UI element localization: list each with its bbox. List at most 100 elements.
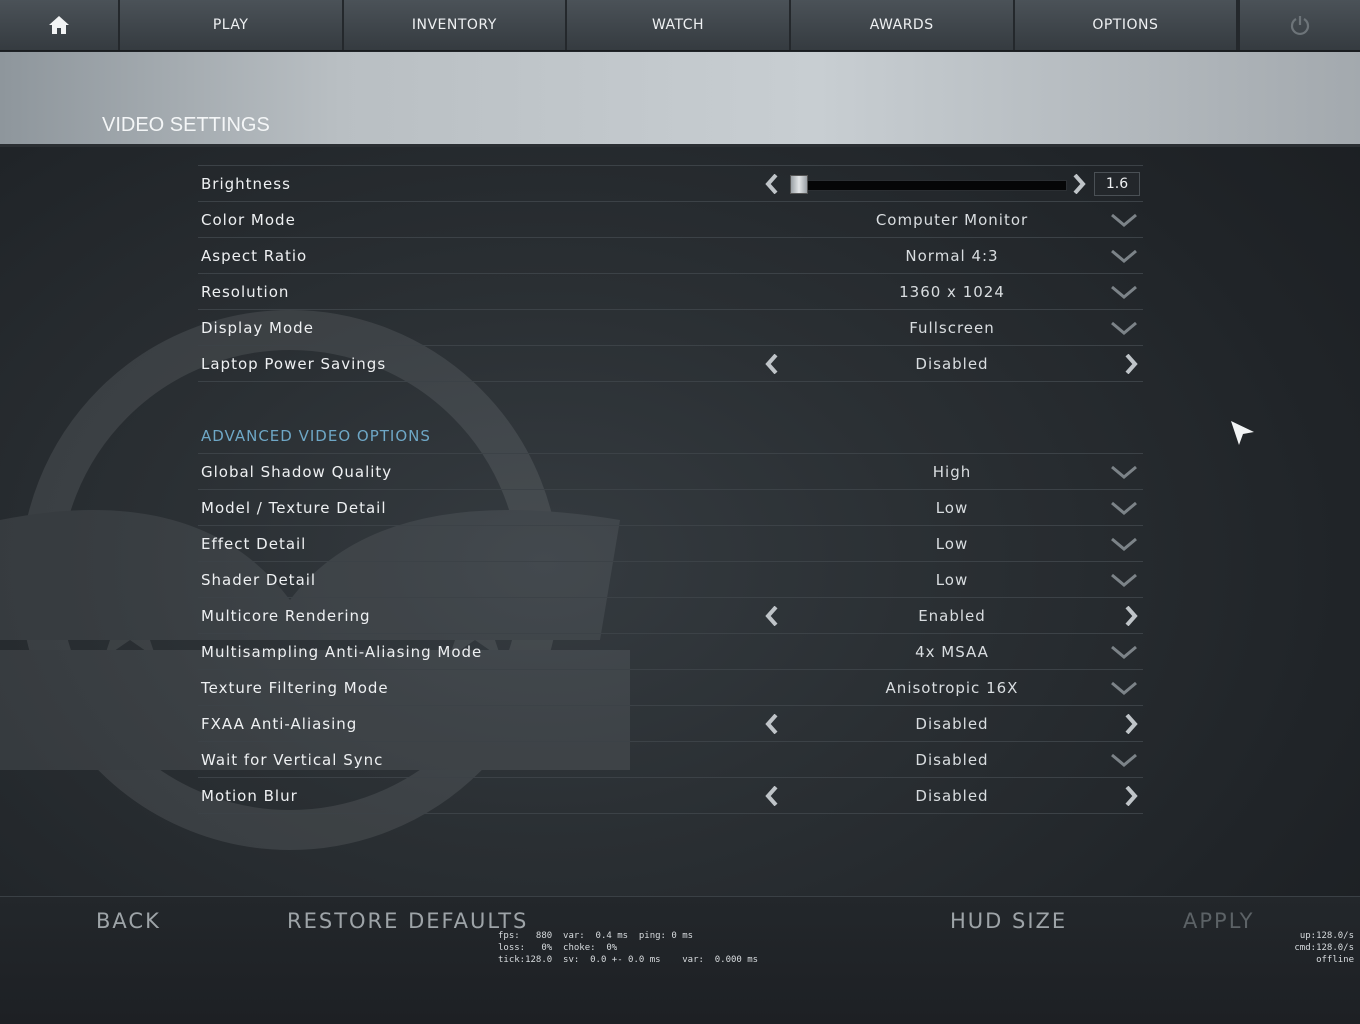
setting-row-resolution[interactable]: Resolution 1360 x 1024 bbox=[198, 273, 1143, 309]
chevron-down-icon[interactable] bbox=[1110, 644, 1138, 660]
net-graph-right: up:128.0/s cmd:128.0/s offline bbox=[1294, 930, 1354, 966]
setting-value[interactable]: Disabled bbox=[848, 787, 1056, 805]
arrow-left-icon[interactable] bbox=[764, 786, 780, 806]
nav-watch[interactable]: WATCH bbox=[567, 0, 791, 50]
arrow-right-icon[interactable] bbox=[1123, 606, 1139, 626]
section-spacer bbox=[198, 381, 1143, 418]
chevron-down-icon[interactable] bbox=[1110, 212, 1138, 228]
nav-awards[interactable]: AWARDS bbox=[791, 0, 1015, 50]
setting-row-aspect-ratio[interactable]: Aspect Ratio Normal 4:3 bbox=[198, 237, 1143, 273]
arrow-right-icon[interactable] bbox=[1123, 354, 1139, 374]
setting-value[interactable]: 1360 x 1024 bbox=[848, 283, 1056, 301]
setting-label: Color Mode bbox=[201, 210, 296, 229]
setting-label: Display Mode bbox=[201, 318, 314, 337]
setting-value[interactable]: Fullscreen bbox=[848, 319, 1056, 337]
chevron-down-icon[interactable] bbox=[1110, 464, 1138, 480]
back-button[interactable]: BACK bbox=[96, 909, 161, 933]
apply-button[interactable]: APPLY bbox=[1183, 909, 1254, 933]
setting-value[interactable]: Enabled bbox=[848, 607, 1056, 625]
setting-label: Multicore Rendering bbox=[201, 606, 371, 625]
net-graph-line: cmd:128.0/s bbox=[1294, 943, 1354, 953]
setting-label: Laptop Power Savings bbox=[201, 354, 387, 373]
setting-row-multicore-rendering[interactable]: Multicore Rendering Enabled bbox=[198, 597, 1143, 633]
chevron-down-icon[interactable] bbox=[1110, 680, 1138, 696]
setting-value[interactable]: Low bbox=[848, 535, 1056, 553]
arrow-left-icon[interactable] bbox=[764, 354, 780, 374]
home-button[interactable] bbox=[0, 0, 120, 50]
setting-row-global-shadow-quality[interactable]: Global Shadow Quality High bbox=[198, 453, 1143, 489]
chevron-down-icon[interactable] bbox=[1110, 536, 1138, 552]
setting-label: Shader Detail bbox=[201, 570, 317, 589]
setting-value[interactable]: 4x MSAA bbox=[848, 643, 1056, 661]
chevron-down-icon[interactable] bbox=[1110, 320, 1138, 336]
arrow-left-icon[interactable] bbox=[764, 174, 780, 194]
setting-label: Model / Texture Detail bbox=[201, 498, 387, 517]
chevron-down-icon[interactable] bbox=[1110, 572, 1138, 588]
nav-play[interactable]: PLAY bbox=[120, 0, 344, 50]
chevron-down-icon[interactable] bbox=[1110, 500, 1138, 516]
power-icon bbox=[1291, 16, 1310, 36]
setting-value[interactable]: Low bbox=[848, 571, 1056, 589]
setting-label: Global Shadow Quality bbox=[201, 462, 393, 481]
setting-label: Aspect Ratio bbox=[201, 246, 308, 265]
chevron-down-icon[interactable] bbox=[1110, 248, 1138, 264]
setting-value[interactable]: Anisotropic 16X bbox=[848, 679, 1056, 697]
setting-label: Effect Detail bbox=[201, 534, 307, 553]
mouse-cursor-icon bbox=[1231, 421, 1254, 445]
chevron-down-icon[interactable] bbox=[1110, 284, 1138, 300]
setting-label: Motion Blur bbox=[201, 786, 298, 805]
setting-value[interactable]: Disabled bbox=[848, 751, 1056, 769]
brightness-slider-thumb[interactable] bbox=[790, 175, 808, 194]
restore-defaults-button[interactable]: RESTORE DEFAULTS bbox=[287, 909, 528, 933]
setting-row-fxaa-anti-aliasing[interactable]: FXAA Anti-Aliasing Disabled bbox=[198, 705, 1143, 741]
power-button[interactable] bbox=[1238, 0, 1360, 50]
net-graph-line: tick:128.0 sv: 0.0 +- 0.0 ms var: 0.000 … bbox=[498, 955, 759, 965]
nav-options[interactable]: OPTIONS bbox=[1015, 0, 1239, 50]
setting-row-multisampling-anti-aliasing-mode[interactable]: Multisampling Anti-Aliasing Mode 4x MSAA bbox=[198, 633, 1143, 669]
setting-label: FXAA Anti-Aliasing bbox=[201, 714, 358, 733]
setting-row-texture-filtering-mode[interactable]: Texture Filtering Mode Anisotropic 16X bbox=[198, 669, 1143, 705]
arrow-left-icon[interactable] bbox=[764, 714, 780, 734]
net-graph-line: up:128.0/s bbox=[1299, 931, 1354, 941]
setting-label: Wait for Vertical Sync bbox=[201, 750, 384, 769]
net-graph: fps: 880 var: 0.4 ms ping: 0 ms loss: 0% … bbox=[498, 930, 758, 966]
setting-row-display-mode[interactable]: Display Mode Fullscreen bbox=[198, 309, 1143, 345]
setting-row-effect-detail[interactable]: Effect Detail Low bbox=[198, 525, 1143, 561]
setting-row-model-texture-detail[interactable]: Model / Texture Detail Low bbox=[198, 489, 1143, 525]
page-title: VIDEO SETTINGS bbox=[102, 114, 270, 136]
brightness-value[interactable]: 1.6 bbox=[1094, 172, 1140, 196]
arrow-right-icon[interactable] bbox=[1123, 714, 1139, 734]
net-graph-line: fps: 880 var: 0.4 ms ping: 0 ms bbox=[498, 931, 694, 941]
setting-row-wait-for-vertical-sync[interactable]: Wait for Vertical Sync Disabled bbox=[198, 741, 1143, 777]
setting-value[interactable]: High bbox=[848, 463, 1056, 481]
setting-label: Texture Filtering Mode bbox=[201, 678, 389, 697]
setting-row-laptop-power-savings[interactable]: Laptop Power Savings Disabled bbox=[198, 345, 1143, 381]
arrow-right-icon[interactable] bbox=[1071, 174, 1087, 194]
setting-value[interactable]: Low bbox=[848, 499, 1056, 517]
nav-inventory[interactable]: INVENTORY bbox=[344, 0, 568, 50]
hud-size-button[interactable]: HUD SIZE bbox=[950, 909, 1067, 933]
chevron-down-icon[interactable] bbox=[1110, 752, 1138, 768]
net-graph-line: loss: 0% choke: 0% bbox=[498, 943, 618, 953]
setting-label: Multisampling Anti-Aliasing Mode bbox=[201, 642, 483, 661]
home-icon bbox=[48, 16, 69, 34]
setting-value[interactable]: Computer Monitor bbox=[848, 211, 1056, 229]
advanced-section-header: ADVANCED VIDEO OPTIONS bbox=[198, 418, 1143, 453]
setting-label: Brightness bbox=[201, 174, 291, 193]
setting-row-shader-detail[interactable]: Shader Detail Low bbox=[198, 561, 1143, 597]
setting-row-motion-blur[interactable]: Motion Blur Disabled bbox=[198, 777, 1143, 814]
arrow-right-icon[interactable] bbox=[1123, 786, 1139, 806]
advanced-heading: ADVANCED VIDEO OPTIONS bbox=[201, 426, 431, 445]
top-navigation: PLAY INVENTORY WATCH AWARDS OPTIONS bbox=[0, 0, 1360, 51]
setting-row-color-mode[interactable]: Color Mode Computer Monitor bbox=[198, 201, 1143, 237]
setting-value[interactable]: Disabled bbox=[848, 715, 1056, 733]
brightness-slider-track[interactable] bbox=[790, 180, 1067, 191]
settings-list: Brightness 1.6 Color Mode Computer Monito… bbox=[198, 165, 1143, 814]
header-banner: VIDEO SETTINGS bbox=[0, 52, 1360, 147]
setting-value[interactable]: Disabled bbox=[848, 355, 1056, 373]
arrow-left-icon[interactable] bbox=[764, 606, 780, 626]
setting-label: Resolution bbox=[201, 282, 290, 301]
setting-value[interactable]: Normal 4:3 bbox=[848, 247, 1056, 265]
video-settings-screen: PLAY INVENTORY WATCH AWARDS OPTIONS VIDE… bbox=[0, 0, 1360, 1024]
net-graph-line: offline bbox=[1316, 955, 1354, 965]
